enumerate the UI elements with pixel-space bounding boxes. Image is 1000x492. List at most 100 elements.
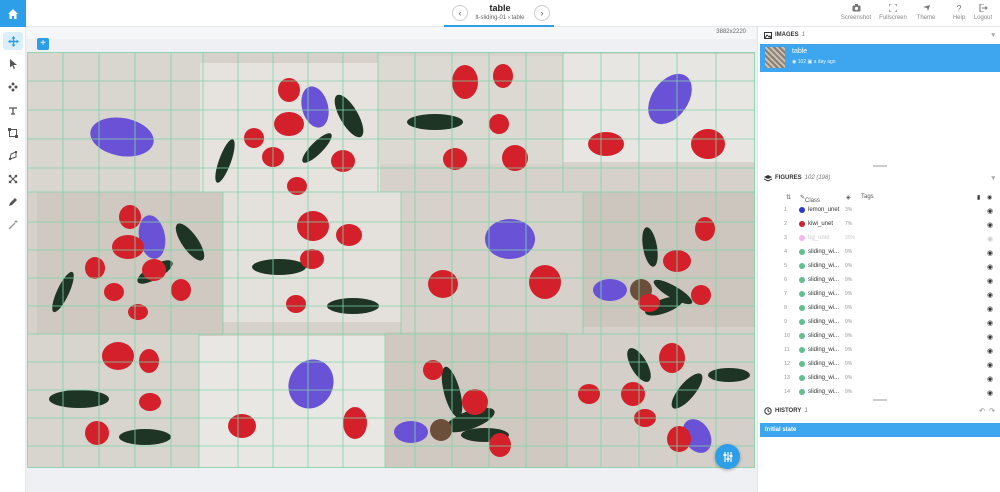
eye-icon[interactable]: ◉ <box>987 361 993 369</box>
class-color-dot <box>799 319 805 325</box>
image-list-item[interactable]: table ◉ 102 ▣ a day ago <box>760 44 1000 72</box>
resize-handle[interactable] <box>873 399 887 401</box>
theme-icon <box>922 5 930 11</box>
eye-icon[interactable]: ◉ <box>987 305 993 313</box>
eye-icon[interactable]: ◉ <box>987 249 993 257</box>
figure-row[interactable]: 5 sliding_wi... 9% ◉ <box>758 259 1000 273</box>
image-name: table <box>792 48 808 55</box>
figure-row[interactable]: 10 sliding_wi... 9% ◉ <box>758 329 1000 343</box>
figure-row[interactable]: 8 sliding_wi... 9% ◉ <box>758 301 1000 315</box>
figure-area-percent: 9% <box>845 263 853 269</box>
add-button[interactable]: + <box>37 38 49 50</box>
eye-icon[interactable]: ◉ <box>987 235 993 243</box>
prev-image-button[interactable]: ‹ <box>452 5 468 21</box>
bbox-tool[interactable] <box>3 124 23 142</box>
eye-icon[interactable]: ◉ <box>987 319 993 327</box>
right-panel: IMAGES 1 ▾ table ◉ 102 ▣ a day ago FIGUR… <box>757 27 1000 492</box>
annotated-image[interactable] <box>27 52 755 468</box>
figure-row[interactable]: 13 sliding_wi... 9% ◉ <box>758 371 1000 385</box>
image-canvas[interactable] <box>27 52 755 468</box>
class-color-dot <box>799 263 805 269</box>
brush-tool[interactable] <box>3 101 23 119</box>
figure-index: 5 <box>784 263 788 269</box>
figure-row[interactable]: 4 sliding_wi... 9% ◉ <box>758 245 1000 259</box>
figure-index: 2 <box>784 221 788 227</box>
graph-tool[interactable] <box>3 170 23 188</box>
figure-area-percent: 9% <box>845 389 853 395</box>
figure-class-name: sliding_wi... <box>808 389 840 395</box>
figure-row[interactable]: 6 sliding_wi... 9% ◉ <box>758 273 1000 287</box>
figure-row[interactable]: 9 sliding_wi... 9% ◉ <box>758 315 1000 329</box>
figure-row[interactable]: 11 sliding_wi... 9% ◉ <box>758 343 1000 357</box>
eye-icon[interactable]: ◉ <box>987 277 993 285</box>
magic-wand-tool[interactable] <box>3 216 23 234</box>
eye-icon[interactable]: ◉ <box>987 207 993 215</box>
figure-index: 12 <box>784 361 791 367</box>
chevron-left-icon: ‹ <box>458 8 462 18</box>
photo-tiles <box>27 52 755 468</box>
logout-button[interactable]: Logout <box>963 4 1000 21</box>
cross-tool[interactable] <box>3 78 23 96</box>
undo-icon[interactable]: ↶ <box>979 407 985 415</box>
magic-wand-icon <box>8 220 18 230</box>
breadcrumb-separator: › <box>507 15 510 21</box>
figure-area-percent: 9% <box>845 291 853 297</box>
home-button[interactable] <box>0 0 26 27</box>
figure-class-name: kiwi_unet <box>808 221 834 227</box>
chevron-right-icon: › <box>540 8 544 18</box>
class-color-dot <box>799 207 805 213</box>
bbox-icon <box>8 128 18 138</box>
figure-index: 3 <box>784 235 788 241</box>
filter-icon[interactable]: ▾ <box>991 174 995 182</box>
figure-row[interactable]: 2 kiwi_unet 7% ◉ <box>758 217 1000 231</box>
polygon-tool[interactable] <box>3 147 23 165</box>
resize-handle[interactable] <box>873 165 887 167</box>
figure-class-name: sliding_wi... <box>808 347 840 353</box>
pen-icon <box>9 198 17 206</box>
eye-icon[interactable]: ◉ <box>987 333 993 341</box>
figures-table-header: ⇅ ✎ Class ◈ Tags ▮ ◉ <box>758 190 1000 204</box>
layers-icon <box>764 174 772 182</box>
class-column-header[interactable]: ✎ Class <box>800 194 820 204</box>
tags-column-header: Tags <box>861 194 874 200</box>
figure-area-percent: 9% <box>845 361 853 367</box>
figure-class-name: sliding_wi... <box>808 263 840 269</box>
eye-icon[interactable]: ◉ <box>987 389 993 397</box>
eye-icon[interactable]: ◉ <box>987 221 993 229</box>
figure-index: 1 <box>784 207 788 213</box>
screenshot-button[interactable]: Screenshot <box>836 4 876 21</box>
breadcrumb-project[interactable]: lt-sliding-01 <box>475 15 506 21</box>
settings-fab[interactable] <box>715 444 740 469</box>
class-color-dot <box>799 249 805 255</box>
eye-icon[interactable]: ◉ <box>987 347 993 355</box>
eye-icon[interactable]: ◉ <box>987 291 993 299</box>
sort-icon[interactable]: ⇅ <box>786 194 791 201</box>
figure-row[interactable]: 7 sliding_wi... 9% ◉ <box>758 287 1000 301</box>
figure-row[interactable]: 14 sliding_wi... 9% ◉ <box>758 385 1000 399</box>
eye-icon[interactable]: ◉ <box>987 375 993 383</box>
next-image-button[interactable]: › <box>534 5 550 21</box>
trash-icon[interactable]: ▮ <box>977 194 980 201</box>
figure-row[interactable]: 12 sliding_wi... 9% ◉ <box>758 357 1000 371</box>
theme-label: Theme <box>916 15 936 21</box>
figure-row[interactable]: 3 bg_unet 90% ◉ <box>758 231 1000 245</box>
image-thumbnail <box>765 47 785 68</box>
sliders-icon <box>723 451 732 462</box>
history-item[interactable]: Initial state <box>760 423 1000 437</box>
figures-count: 102 (198) <box>804 175 831 181</box>
figures-title: FIGURES <box>775 175 802 181</box>
figure-class-name: sliding_wi... <box>808 319 840 325</box>
figure-row[interactable]: 1 lemon_unet 3% ◉ <box>758 203 1000 217</box>
eye-icon[interactable]: ◉ <box>987 263 993 271</box>
eye-icon[interactable]: ◉ <box>987 194 992 201</box>
images-section-header: IMAGES 1 ▾ <box>758 27 1000 43</box>
pen-tool[interactable] <box>3 193 23 211</box>
redo-icon[interactable]: ↷ <box>989 407 995 415</box>
class-color-dot <box>799 375 805 381</box>
area-column-icon[interactable]: ◈ <box>846 194 851 201</box>
move-tool[interactable] <box>3 32 23 50</box>
filter-icon[interactable]: ▾ <box>991 31 995 39</box>
pointer-tool[interactable] <box>3 55 23 73</box>
canvas-ruler: 3882x2220 <box>26 27 756 39</box>
breadcrumb-image: table <box>511 15 525 21</box>
